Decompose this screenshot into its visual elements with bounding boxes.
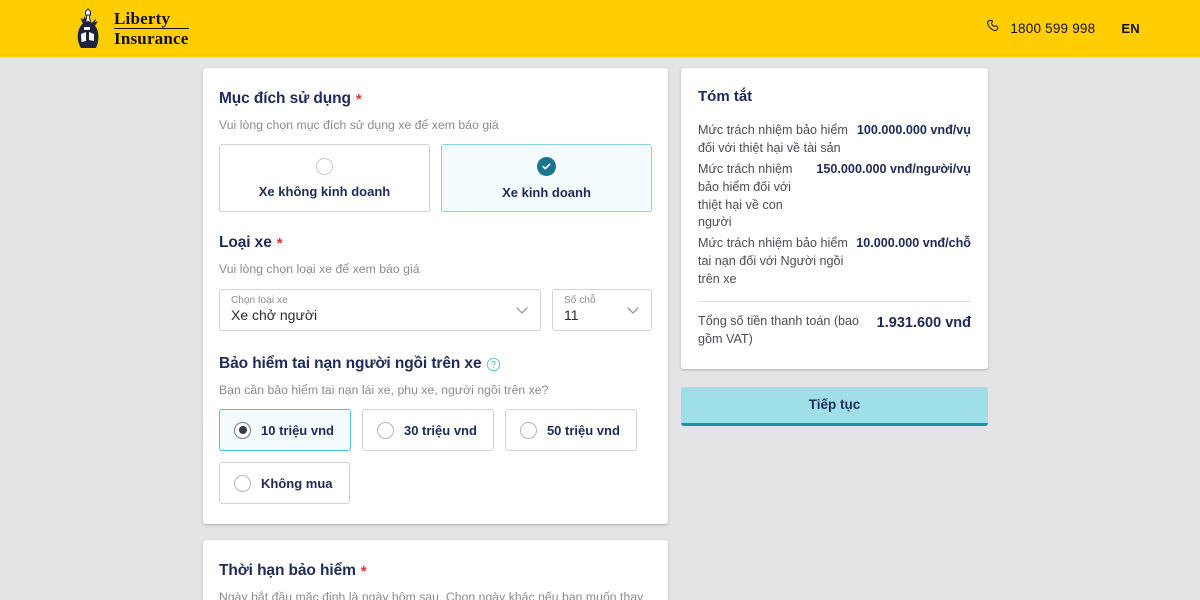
- radio-unchecked-icon: [519, 421, 537, 439]
- summary-row: Mức trách nhiệm bảo hiểm đối với thiệt h…: [698, 161, 971, 233]
- policy-term-title-text: Thời hạn bảo hiểm: [219, 562, 356, 579]
- purpose-option-label: Xe không kinh doanh: [258, 183, 391, 199]
- vehicle-type-title-text: Loại xe: [219, 234, 272, 251]
- coverage-option-none[interactable]: Không mua: [219, 462, 350, 504]
- vehicle-type-section-title: Loại xe *: [219, 234, 652, 252]
- support-phone[interactable]: 1800 599 998: [986, 19, 1095, 39]
- continue-button[interactable]: Tiếp tục: [681, 386, 988, 426]
- brand-name-line2: Insurance: [114, 29, 189, 48]
- passenger-insurance-hint: Bạn cần bảo hiểm tai nạn lái xe, phụ xe,…: [219, 383, 549, 397]
- purpose-option-commercial[interactable]: Xe kinh doanh: [441, 144, 652, 212]
- form-column: Mục đích sử dụng * Vui lòng chọn mục đíc…: [203, 68, 668, 600]
- vehicle-type-select-label: Chọn loại xe: [231, 295, 288, 307]
- summary-row: Mức trách nhiệm bảo hiểm tai nạn đối với…: [698, 235, 971, 289]
- seat-count-select[interactable]: Số chỗ 11: [552, 289, 652, 331]
- radio-unchecked-icon: [234, 474, 251, 492]
- coverage-option-10m[interactable]: 10 triệu vnd: [219, 409, 351, 451]
- coverage-option-label: 30 triệu vnd: [403, 422, 477, 438]
- summary-card: Tóm tắt Mức trách nhiệm bảo hiểm đối với…: [681, 68, 988, 369]
- seat-count-select-value: 11: [564, 307, 579, 324]
- summary-row-label: Mức trách nhiệm bảo hiểm đối với thiệt h…: [698, 161, 793, 230]
- statue-of-liberty-icon: [72, 7, 106, 50]
- chevron-down-icon: [625, 302, 641, 318]
- language-switcher[interactable]: EN: [1121, 21, 1140, 36]
- chevron-down-icon: [514, 302, 530, 318]
- radio-checked-icon: [234, 421, 251, 439]
- purpose-hint: Vui lòng chọn mục đích sử dụng xe để xem…: [219, 118, 499, 132]
- summary-row: Mức trách nhiệm bảo hiểm đối với thiệt h…: [698, 122, 971, 158]
- summary-row-label: Mức trách nhiệm bảo hiểm đối với thiệt h…: [698, 123, 848, 155]
- coverage-option-30m[interactable]: 30 triệu vnd: [361, 409, 494, 451]
- summary-total-value: 1.931.600 vnđ: [876, 314, 971, 331]
- quote-form-card: Mục đích sử dụng * Vui lòng chọn mục đíc…: [203, 68, 668, 524]
- coverage-option-label: 10 triệu vnd: [261, 422, 334, 438]
- radio-unchecked-icon: [316, 157, 333, 175]
- purpose-title-text: Mục đích sử dụng: [219, 90, 351, 107]
- summary-total-row: Tổng số tiền thanh toán (bao gồm VAT) 1.…: [698, 313, 971, 349]
- check-circle-icon: [537, 156, 556, 176]
- passenger-insurance-title-text: Bảo hiểm tai nạn người ngồi trên xe: [219, 355, 482, 372]
- vehicle-type-select-value: Xe chở người: [231, 307, 318, 324]
- brand-logo[interactable]: Liberty Insurance: [72, 7, 189, 50]
- passenger-insurance-section-title: Bảo hiểm tai nạn người ngồi trên xe: [219, 355, 652, 373]
- summary-title: Tóm tắt: [698, 88, 753, 105]
- radio-unchecked-icon: [376, 421, 394, 439]
- passenger-insurance-option-group: 10 triệu vnd 30 triệu vnd 50 triệu vnd K…: [219, 409, 652, 504]
- required-indicator: *: [360, 562, 367, 580]
- brand-name-line1: Liberty: [114, 9, 189, 29]
- support-phone-number: 1800 599 998: [1010, 21, 1096, 36]
- vehicle-type-controls: Chọn loại xe Xe chở người Số chỗ 11: [219, 289, 652, 331]
- summary-row-value: 100.000.000 vnđ/vụ: [856, 123, 971, 137]
- purpose-option-non-commercial[interactable]: Xe không kinh doanh: [219, 144, 430, 212]
- summary-total-label: Tổng số tiền thanh toán (bao gồm VAT): [698, 313, 860, 346]
- policy-term-section-title: Thời hạn bảo hiểm *: [219, 562, 652, 580]
- summary-column: Tóm tắt Mức trách nhiệm bảo hiểm đối với…: [681, 68, 988, 600]
- seat-count-select-label: Số chỗ: [564, 295, 596, 307]
- policy-term-card: Thời hạn bảo hiểm * Ngày bắt đầu mặc địn…: [203, 540, 668, 600]
- site-header: Liberty Insurance 1800 599 998 EN: [0, 0, 1200, 57]
- summary-divider: [698, 300, 971, 302]
- page-body: Mục đích sử dụng * Vui lòng chọn mục đíc…: [0, 57, 1200, 600]
- coverage-option-label: 50 triệu vnd: [546, 422, 620, 438]
- required-indicator: *: [355, 90, 362, 108]
- question-circle-icon[interactable]: [486, 357, 501, 372]
- required-indicator: *: [276, 234, 283, 252]
- summary-row-value: 10.000.000 vnđ/chỗ: [856, 236, 971, 251]
- purpose-option-group: Xe không kinh doanh Xe kinh doanh: [219, 144, 652, 212]
- header-actions: 1800 599 998 EN: [986, 19, 1140, 39]
- purpose-option-label: Xe kinh doanh: [502, 184, 591, 200]
- summary-row-label: Mức trách nhiệm bảo hiểm tai nạn đối với…: [698, 236, 848, 286]
- vehicle-type-hint: Vui lòng chọn loại xe để xem báo giá: [219, 262, 420, 276]
- vehicle-type-select[interactable]: Chọn loại xe Xe chở người: [219, 289, 541, 331]
- purpose-section-title: Mục đích sử dụng *: [219, 90, 652, 108]
- coverage-option-label: Không mua: [261, 475, 333, 491]
- phone-icon: [986, 19, 1001, 39]
- summary-row-value: 150.000.000 vnđ/người/vụ: [816, 161, 971, 176]
- policy-term-hint: Ngày bắt đầu mặc định là ngày hôm sau. C…: [219, 590, 644, 600]
- coverage-option-50m[interactable]: 50 triệu vnd: [504, 409, 637, 451]
